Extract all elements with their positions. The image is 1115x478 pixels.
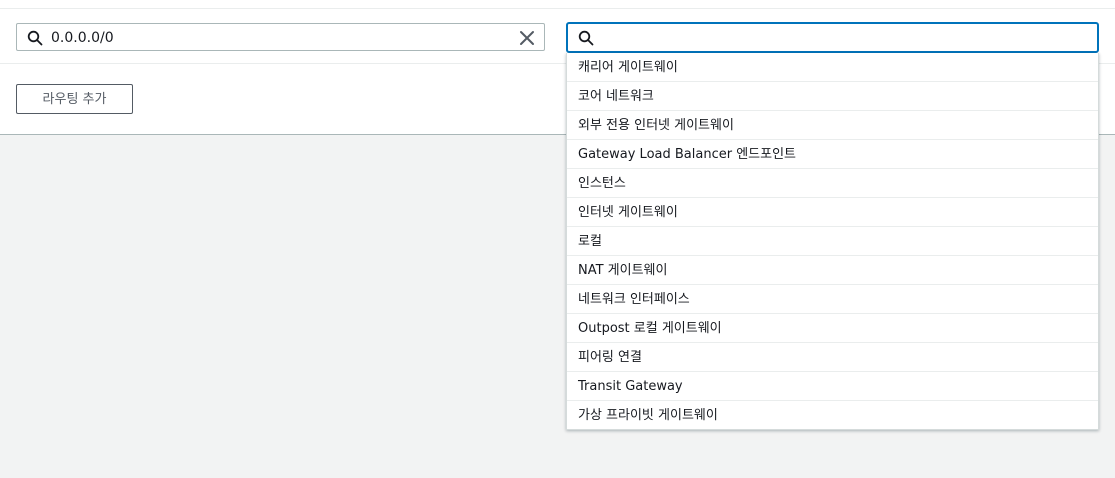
dropdown-option[interactable]: Transit Gateway [567,372,1098,401]
dropdown-option[interactable]: Gateway Load Balancer 엔드포인트 [567,140,1098,169]
dropdown-option[interactable]: 인스턴스 [567,169,1098,198]
dropdown-option[interactable]: 인터넷 게이트웨이 [567,198,1098,227]
target-search-field[interactable] [602,26,1086,50]
target-search-input[interactable] [566,22,1099,53]
search-icon [27,30,43,46]
dropdown-option[interactable]: 코어 네트워크 [567,82,1098,111]
dropdown-option[interactable]: 피어링 연결 [567,343,1098,372]
close-icon[interactable] [519,30,535,46]
target-dropdown-list: 캐리어 게이트웨이 코어 네트워크 외부 전용 인터넷 게이트웨이 Gateway L… [566,53,1099,430]
add-route-button[interactable]: 라우팅 추가 [16,84,133,114]
destination-input[interactable]: 0.0.0.0/0 [16,23,545,51]
dropdown-option[interactable]: NAT 게이트웨이 [567,256,1098,285]
dropdown-option[interactable]: 가상 프라이빗 게이트웨이 [567,401,1098,429]
dropdown-option[interactable]: Outpost 로컬 게이트웨이 [567,314,1098,343]
search-icon [578,30,594,46]
dropdown-option[interactable]: 캐리어 게이트웨이 [567,53,1098,82]
destination-value: 0.0.0.0/0 [51,30,114,46]
divider [0,8,1115,9]
dropdown-option[interactable]: 로컬 [567,227,1098,256]
dropdown-option[interactable]: 네트워크 인터페이스 [567,285,1098,314]
dropdown-option[interactable]: 외부 전용 인터넷 게이트웨이 [567,111,1098,140]
